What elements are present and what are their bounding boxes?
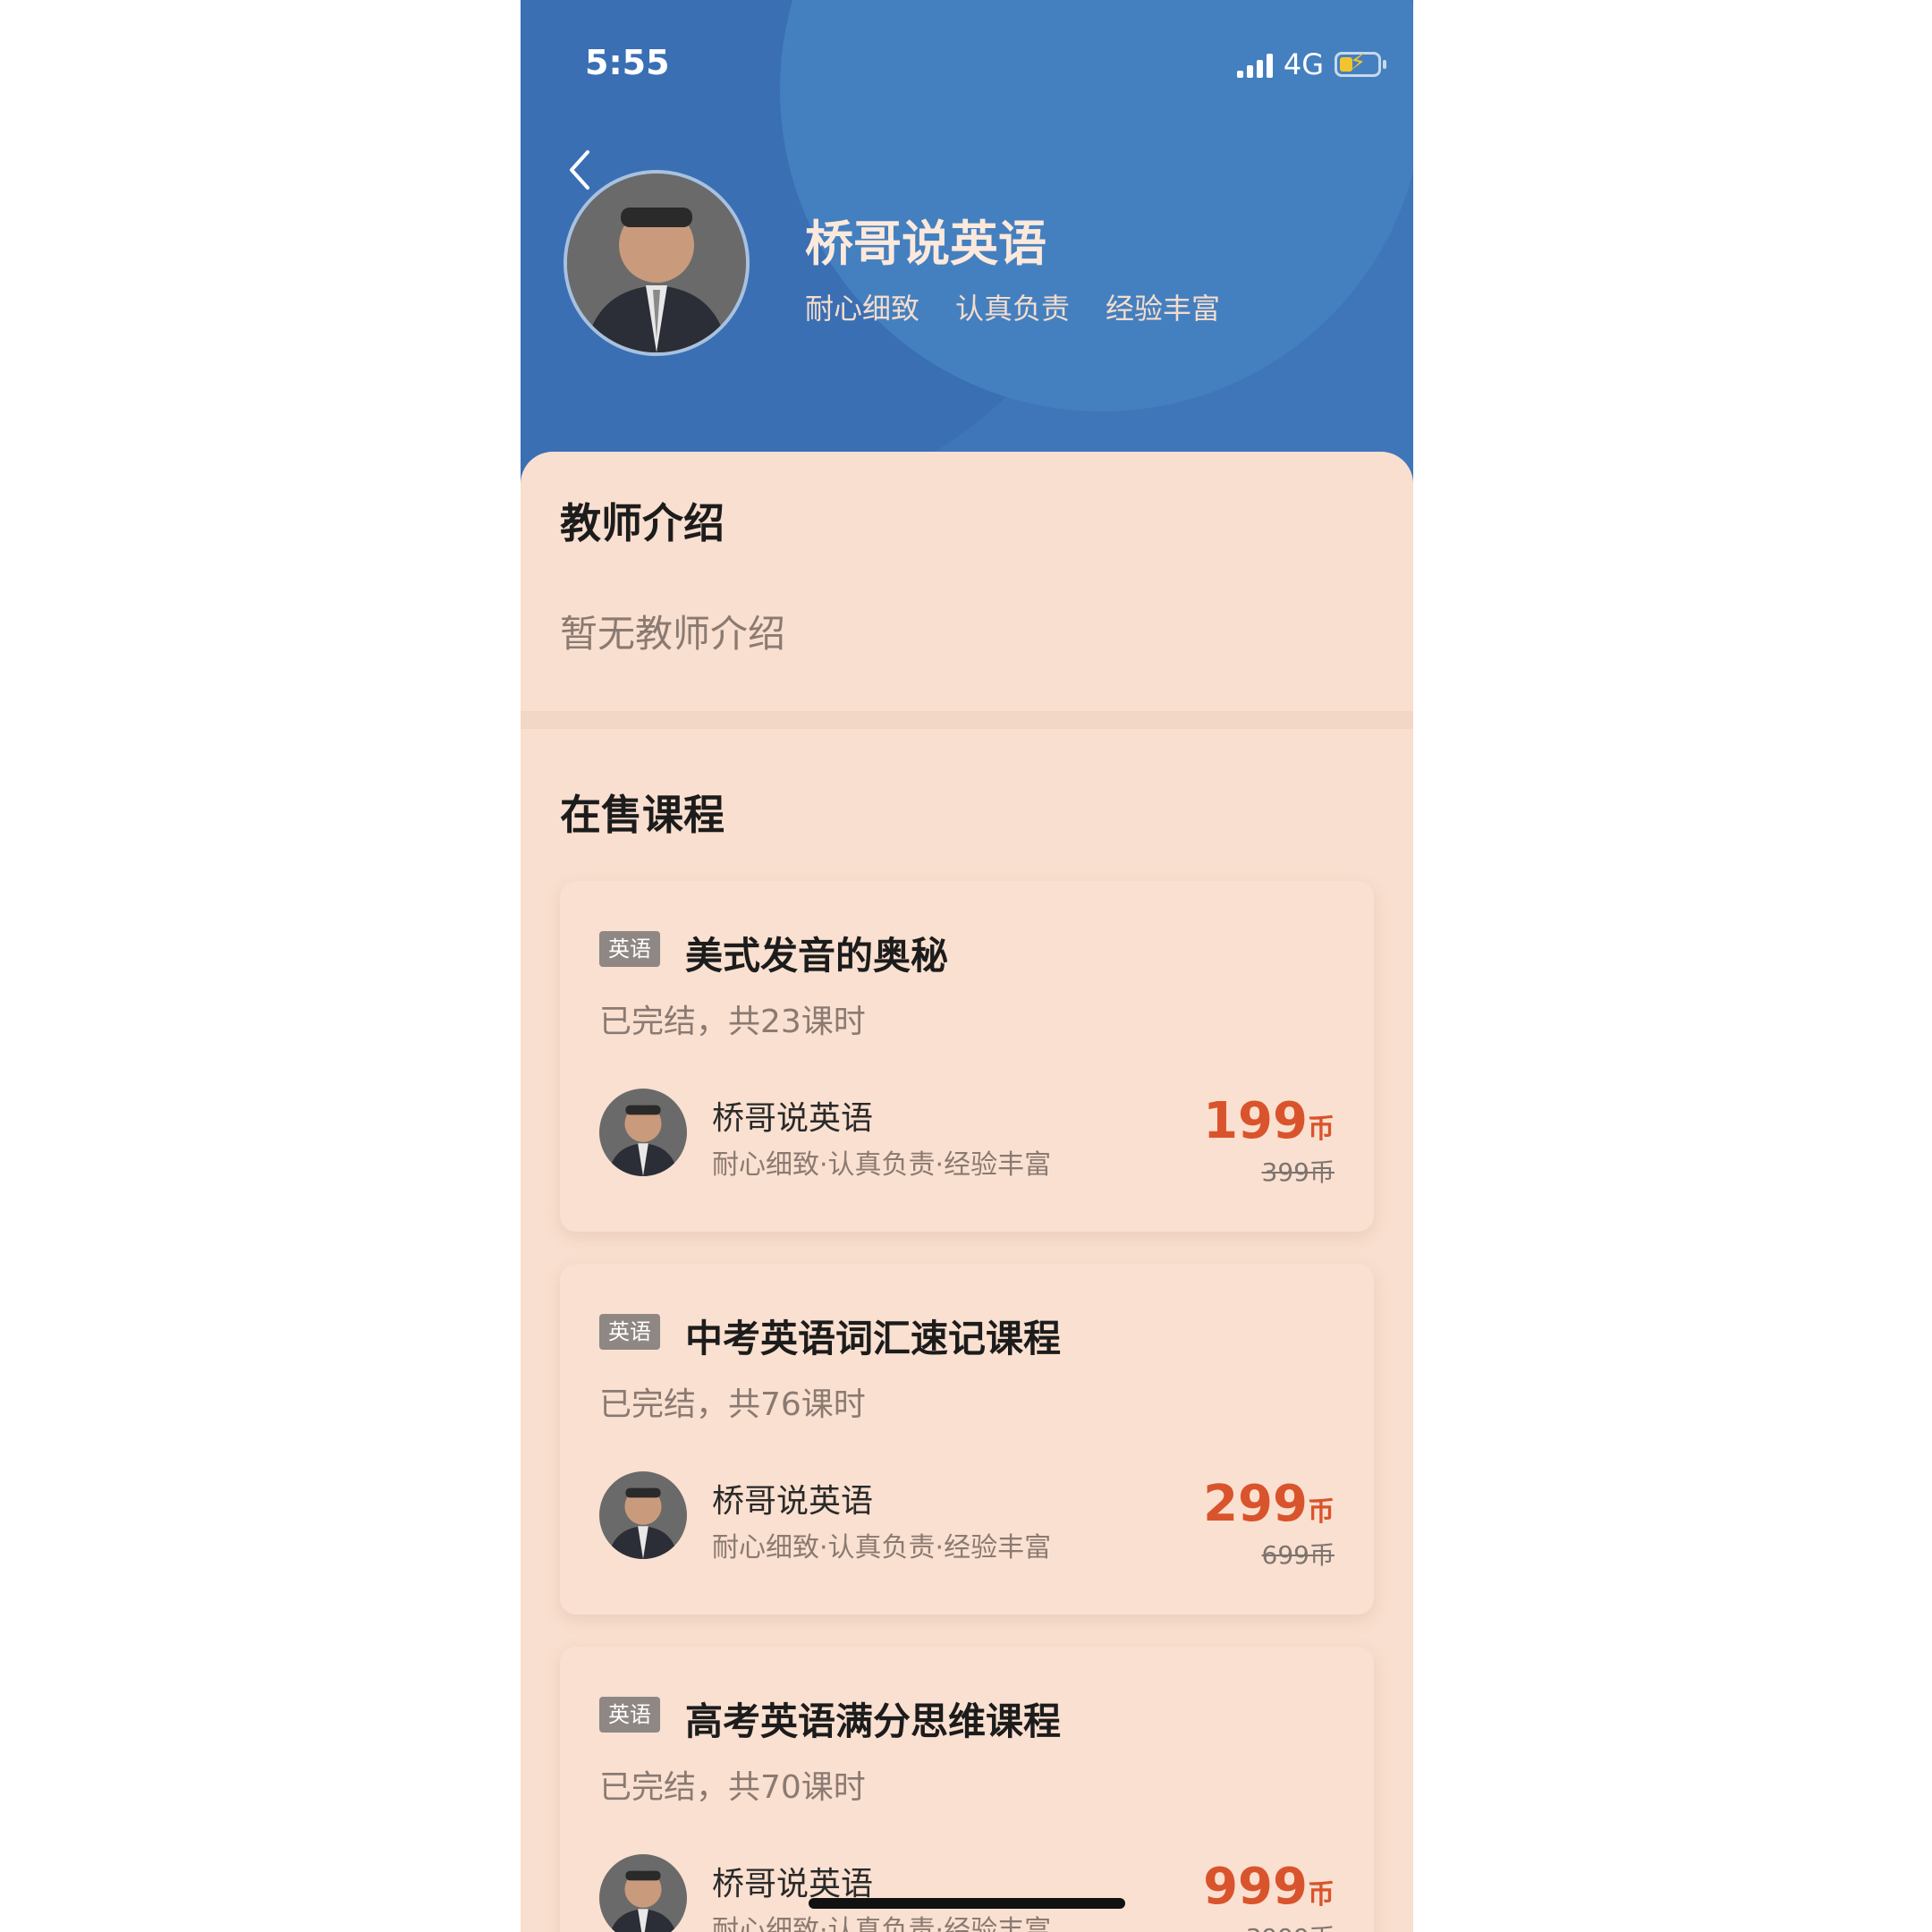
original-price: 699币 — [1261, 1540, 1335, 1570]
back-chevron-icon — [570, 150, 589, 190]
course-teacher-avatar — [599, 1854, 687, 1932]
teacher-tag: 经验丰富 — [1106, 292, 1221, 326]
course-price: 299币 — [1203, 1475, 1335, 1533]
price-value: 299 — [1203, 1475, 1308, 1533]
course-teacher-tags: 耐心细致·认真负责·经验丰富 — [712, 1532, 1052, 1563]
course-card[interactable]: 英语 美式发音的奥秘 已完结，共23课时 桥哥说英语 耐心细致·认真负责·经验丰… — [560, 881, 1374, 1232]
teacher-avatar — [564, 170, 750, 356]
status-time: 5:55 — [585, 43, 670, 82]
price-unit: 币 — [1308, 1496, 1335, 1528]
network-type: 4G — [1283, 47, 1324, 81]
course-teacher-avatar — [599, 1089, 687, 1176]
course-teacher-name: 桥哥说英语 — [712, 1100, 874, 1137]
course-title: 美式发音的奥秘 — [685, 934, 949, 978]
price-unit: 币 — [1308, 1114, 1335, 1145]
teacher-tag: 认真负责 — [955, 292, 1071, 326]
battery-charging-icon: ⚡ — [1335, 50, 1381, 77]
courses-title: 在售课程 — [560, 791, 724, 839]
course-teacher-name: 桥哥说英语 — [712, 1483, 874, 1520]
teacher-tags: 耐心细致 认真负责 经验丰富 — [805, 286, 1220, 327]
status-indicators: 4G ⚡ — [1236, 47, 1386, 81]
course-card[interactable]: 英语 中考英语词汇速记课程 已完结，共76课时 桥哥说英语 耐心细致·认真负责·… — [560, 1264, 1374, 1614]
course-teacher-avatar — [599, 1471, 687, 1559]
subject-tag: 英语 — [599, 931, 660, 967]
profile-header: 5:55 4G ⚡ 桥哥说英语 耐心细致 认真负责 经验丰富 — [521, 0, 1413, 501]
price-unit: 币 — [1308, 1879, 1335, 1911]
course-meta: 已完结，共23课时 — [599, 1004, 866, 1040]
original-price: 399币 — [1261, 1157, 1335, 1187]
signal-icon — [1236, 51, 1273, 78]
subject-tag: 英语 — [599, 1697, 660, 1733]
back-button[interactable] — [562, 145, 597, 195]
teacher-name: 桥哥说英语 — [805, 216, 1046, 272]
teacher-intro-section: 教师介绍 暂无教师介绍 — [521, 452, 1413, 711]
subject-tag: 英语 — [599, 1314, 660, 1350]
course-meta: 已完结，共70课时 — [599, 1769, 866, 1806]
phone-screen: 5:55 4G ⚡ 桥哥说英语 耐心细致 认真负责 经验丰富 教师介绍 暂无教师… — [521, 0, 1413, 1932]
course-teacher-tags: 耐心细致·认真负责·经验丰富 — [712, 1915, 1052, 1932]
course-meta: 已完结，共76课时 — [599, 1386, 866, 1423]
original-price: 3999币 — [1246, 1919, 1335, 1932]
section-divider — [521, 711, 1413, 729]
course-card[interactable]: 英语 高考英语满分思维课程 已完结，共70课时 桥哥说英语 耐心细致·认真负责·… — [560, 1647, 1374, 1932]
intro-title: 教师介绍 — [560, 499, 724, 547]
course-title: 高考英语满分思维课程 — [685, 1699, 1062, 1743]
price-value: 199 — [1203, 1092, 1308, 1150]
course-price: 999币 — [1203, 1858, 1335, 1916]
home-indicator[interactable] — [809, 1898, 1125, 1909]
intro-text: 暂无教师介绍 — [560, 612, 786, 656]
course-teacher-tags: 耐心细致·认真负责·经验丰富 — [712, 1149, 1052, 1181]
course-price: 199币 — [1203, 1092, 1335, 1150]
course-title: 中考英语词汇速记课程 — [685, 1317, 1062, 1360]
teacher-tag: 耐心细致 — [805, 292, 920, 326]
price-value: 999 — [1203, 1858, 1308, 1916]
